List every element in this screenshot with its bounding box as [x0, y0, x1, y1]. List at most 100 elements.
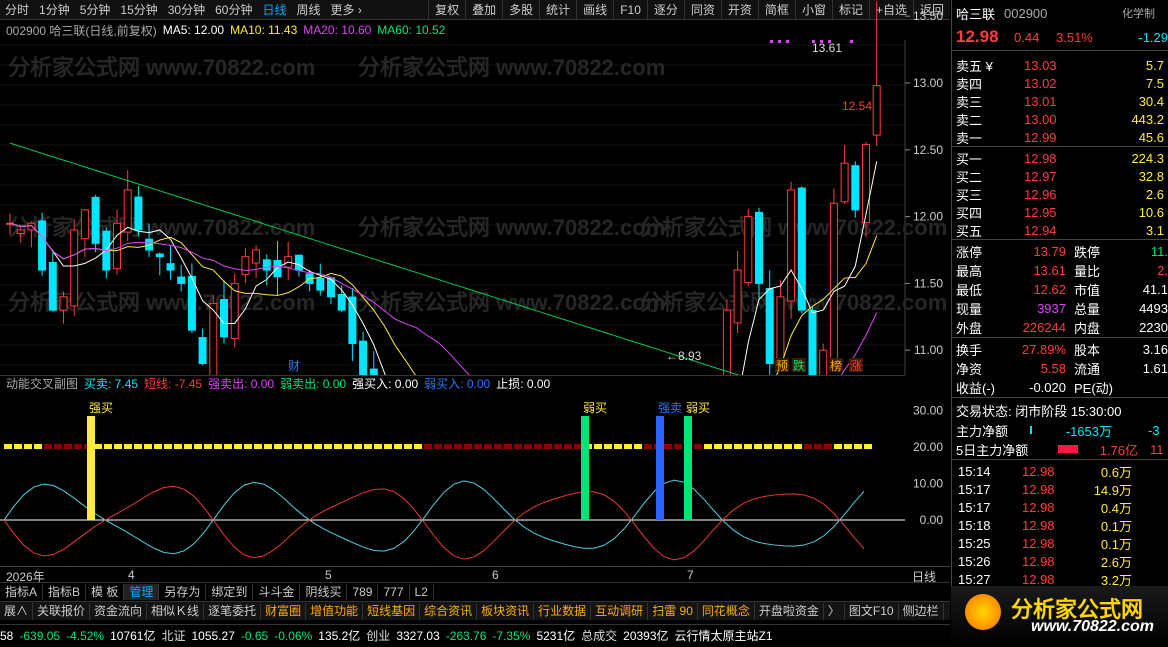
main-flow-row: 主力净额 -1653万 -3	[952, 421, 1168, 439]
tick-price: 12.98	[1022, 553, 1055, 569]
indicator-tab[interactable]: 789	[347, 583, 379, 600]
stat-value: 226244	[1022, 319, 1066, 335]
ask-label: 卖五 ¥	[956, 58, 993, 74]
ticker-item: -0.06%	[274, 628, 313, 643]
band-segment	[734, 444, 742, 449]
function-tab[interactable]: 短线基因	[363, 602, 421, 620]
ticker-item: -7.35%	[492, 628, 531, 643]
stat-value: 4493	[1139, 300, 1168, 316]
function-tab[interactable]: 财富圈	[261, 602, 307, 620]
band-segment	[14, 444, 22, 449]
tick-time: 15:26	[958, 553, 991, 569]
band-segment	[74, 444, 82, 449]
band-segment	[604, 444, 612, 449]
indicator-tab[interactable]: 绑定到	[206, 583, 254, 600]
indicator-tab[interactable]: 指标A	[0, 583, 44, 600]
flow-value: 1.76亿	[1099, 442, 1138, 458]
ticker-item: 云行情太原主站Z1	[674, 629, 773, 643]
ask-label: 卖四	[956, 76, 983, 92]
band-segment	[514, 444, 522, 449]
flow-value: -1653万	[1065, 423, 1112, 439]
indicator-tab[interactable]: 斗斗金	[253, 583, 301, 600]
function-tab[interactable]: 综合资讯	[420, 602, 478, 620]
indicator-tab[interactable]: 管理	[124, 583, 160, 600]
band-segment	[94, 444, 102, 449]
ticker-item: 58	[0, 628, 14, 643]
band-segment	[154, 444, 162, 449]
band-segment	[674, 444, 682, 449]
strong-buy-label: 强买入: 0.00	[352, 377, 419, 391]
function-tab[interactable]: 〉	[824, 602, 845, 620]
candle-up	[252, 249, 261, 264]
band-segment	[634, 444, 642, 449]
stat-value: 11.	[1150, 243, 1168, 259]
candlestick-chart[interactable]: 分析家公式网 www.70822.com 分析家公式网 www.70822.com…	[0, 0, 950, 375]
indicator-tab[interactable]: 阴线买	[300, 583, 348, 600]
band-segment	[254, 444, 262, 449]
band-segment	[794, 444, 802, 449]
band-segment	[344, 444, 352, 449]
function-tab[interactable]: 板块资讯	[477, 602, 535, 620]
candle-down	[359, 340, 368, 375]
band-segment	[704, 444, 712, 449]
band-segment	[294, 444, 302, 449]
function-tab[interactable]: 图文F10	[845, 602, 899, 620]
high-annotation: 13.61	[812, 41, 842, 55]
stat-label: PE(动)	[1074, 380, 1114, 396]
candle-up	[819, 349, 828, 375]
stat-value: 3.16	[1142, 341, 1168, 357]
tick-time: 15:17	[958, 481, 991, 497]
last-price-annotation: 12.54	[842, 99, 872, 113]
ticker-item: 总成交	[581, 629, 618, 643]
indicator-tab[interactable]: 另存为	[159, 583, 207, 600]
band-segment	[614, 444, 622, 449]
candle-down	[134, 196, 143, 231]
function-tab[interactable]: 同花概念	[698, 602, 755, 620]
function-tab[interactable]: 开盘啦资金	[755, 602, 824, 620]
band-segment	[174, 444, 182, 449]
ticker-item: 创业	[366, 629, 391, 643]
stock-code: 002900	[1004, 5, 1048, 21]
flow-extra: 11	[1150, 441, 1164, 457]
band-segment	[244, 444, 252, 449]
candle-down	[316, 277, 325, 291]
indicator-tab[interactable]: L2	[410, 583, 434, 600]
indicator-tab[interactable]: 777	[378, 583, 410, 600]
ask-price: 12.99	[1024, 129, 1057, 145]
dot-marker	[812, 40, 815, 43]
event-marker: 财	[288, 359, 300, 373]
logo-site: www.70822.com	[1031, 618, 1155, 635]
band-segment	[644, 444, 652, 449]
tick-price: 12.98	[1022, 499, 1055, 515]
band-segment	[564, 444, 572, 449]
ask-label: 卖一	[956, 130, 983, 146]
band-segment	[194, 444, 202, 449]
indicator-tab[interactable]: 模 板	[86, 583, 125, 600]
ticker-item: 3327.03	[396, 628, 440, 643]
flow-bar	[1030, 426, 1032, 434]
divider	[952, 337, 1168, 338]
stat-value: 27.89%	[1021, 341, 1066, 357]
bid-volume: 32.8	[1138, 168, 1164, 184]
indicator-tab[interactable]: 指标B	[43, 583, 87, 600]
function-tab[interactable]: 资金流向	[90, 602, 148, 620]
function-tab[interactable]: 增值功能	[306, 602, 364, 620]
candle-up	[16, 229, 25, 235]
function-tab[interactable]: 展∧	[0, 602, 34, 620]
function-tab[interactable]: 互动调研	[591, 602, 649, 620]
function-tab[interactable]: 相似Ｋ线	[147, 602, 205, 620]
stat-label: 现量	[956, 301, 983, 317]
tick-volume: 2.6万	[1100, 554, 1132, 570]
function-tab[interactable]: 扫雷 90	[648, 602, 698, 620]
function-tab[interactable]: 行业数据	[534, 602, 592, 620]
band-segment	[774, 444, 782, 449]
function-tab[interactable]: 逐笔委托	[204, 602, 262, 620]
price-change: 0.44	[1014, 29, 1040, 45]
ask-label: 卖三	[956, 94, 983, 110]
band-segment	[394, 444, 402, 449]
band-segment	[554, 444, 562, 449]
sub-title: 动能交叉副图	[6, 377, 79, 391]
ticker-item: -639.05	[19, 628, 61, 643]
function-tab[interactable]: 关联报价	[33, 602, 91, 620]
function-tab[interactable]: 侧边栏	[899, 602, 944, 620]
